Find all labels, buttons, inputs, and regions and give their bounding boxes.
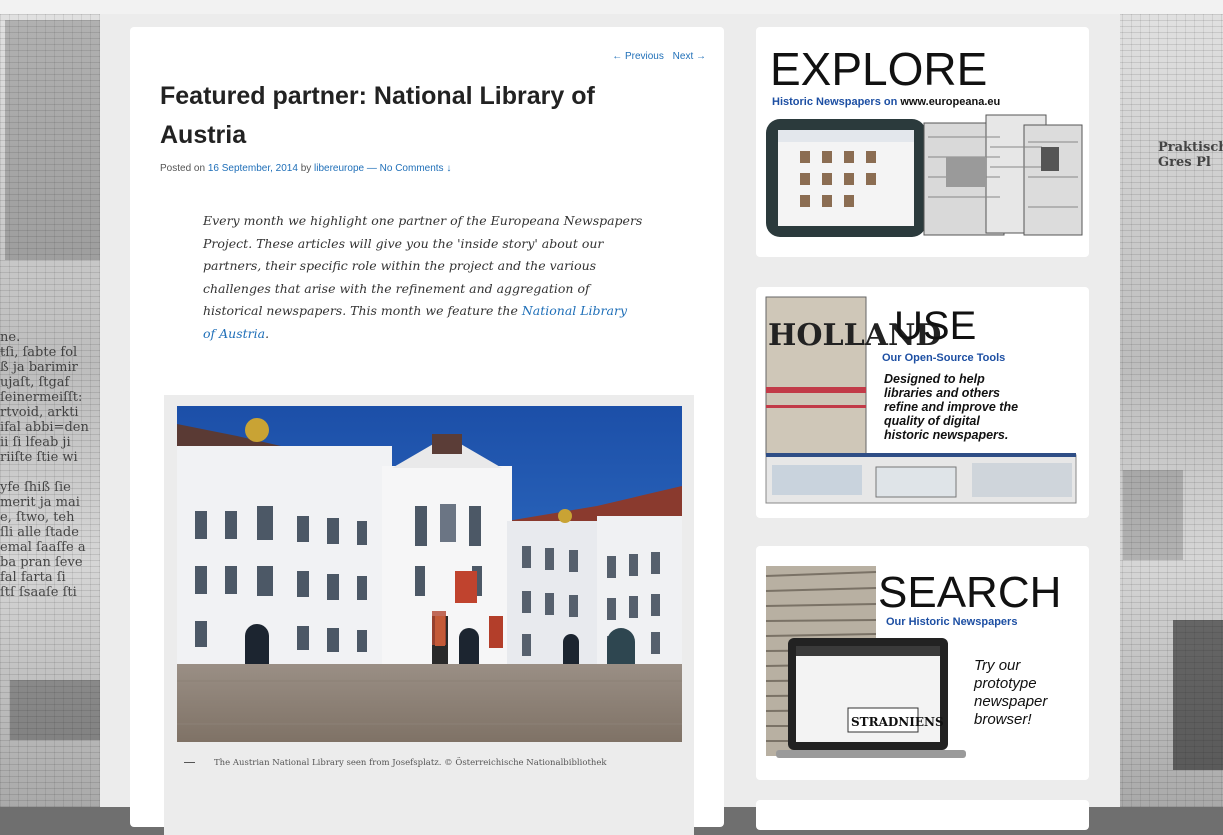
use-body: Designed to help libraries and others re… (884, 372, 1018, 442)
post-date-link[interactable]: 16 September, 2014 (208, 163, 298, 174)
separator: — (366, 163, 377, 174)
explore-banner[interactable]: EXPLORE Historic Newspapers on www.europ… (756, 27, 1089, 257)
laptop-screen-headline: STRADNIENS (851, 715, 944, 729)
background-newspaper-left: ne. ŧſi, ſabte fol ß ja barimir ujaſt, ſ… (0, 0, 110, 807)
search-body: Try our prototype newspaper browser! (973, 657, 1048, 728)
figure-caption: The Austrian National Library seen from … (214, 758, 607, 768)
search-subtitle: Our Historic Newspapers (886, 616, 1017, 628)
use-body-line: Designed to help (884, 372, 985, 386)
use-body-line: refine and improve the (884, 400, 1018, 414)
post-title[interactable]: Featured partner: National Library of Au… (160, 77, 680, 155)
top-strip (0, 0, 1223, 14)
search-banner-graphic: STRADNIENS SEARCH Our Historic Newspaper… (765, 566, 1061, 758)
use-banner[interactable]: HOLLAND USE Our Open-Source Tools Design… (756, 287, 1089, 518)
explore-subtitle: Historic Newspapers on (772, 96, 900, 108)
explore-subtitle-domain: www.europeana.eu (899, 96, 1000, 108)
laptop-illustration: STRADNIENS (776, 638, 966, 758)
next-sidebar-widget (756, 800, 1089, 830)
post-figure: The Austrian National Library seen from … (164, 395, 694, 835)
use-heading: USE (894, 304, 976, 348)
use-body-line: quality of digital (884, 414, 980, 428)
newspaper-collage (923, 114, 1083, 236)
use-body-line: libraries and others (884, 386, 1000, 400)
use-subtitle: Our Open-Source Tools (882, 352, 1005, 364)
intro-end: . (265, 325, 270, 341)
search-body-line: browser! (974, 711, 1032, 728)
explore-heading: EXPLORE (770, 43, 987, 95)
post-intro: Every month we highlight one partner of … (203, 210, 643, 345)
previous-link[interactable]: ← Previous (612, 51, 664, 62)
use-banner-graphic: HOLLAND USE Our Open-Source Tools Design… (765, 296, 1077, 504)
comments-link[interactable]: No Comments ↓ (380, 163, 452, 174)
post-card: ← Previous Next → Featured partner: Nati… (130, 27, 724, 835)
search-banner[interactable]: STRADNIENS SEARCH Our Historic Newspaper… (756, 546, 1089, 780)
background-newspaper-right: Praktisch Gres Pl (1113, 0, 1223, 807)
post-meta: Posted on 16 September, 2014 by libereur… (160, 163, 451, 174)
use-body-line: historic newspapers. (884, 428, 1008, 442)
search-body-line: newspaper (974, 693, 1048, 710)
search-body-line: Try our (974, 657, 1021, 674)
tablet-illustration (766, 119, 926, 237)
author-link[interactable]: libereurope (314, 163, 364, 174)
posted-on-label: Posted on (160, 163, 206, 174)
next-link[interactable]: Next → (673, 51, 706, 62)
explore-banner-graphic: EXPLORE Historic Newspapers on www.europ… (766, 43, 1083, 237)
post-navigation: ← Previous Next → (606, 51, 706, 62)
caption-dash (184, 762, 195, 763)
svg-text:Historic Newspapers on www.eur: Historic Newspapers on www.europeana.eu (772, 96, 1000, 108)
search-body-line: prototype (973, 675, 1037, 692)
library-photo[interactable] (177, 406, 682, 742)
search-heading: SEARCH (878, 568, 1061, 617)
by-label: by (300, 163, 312, 174)
